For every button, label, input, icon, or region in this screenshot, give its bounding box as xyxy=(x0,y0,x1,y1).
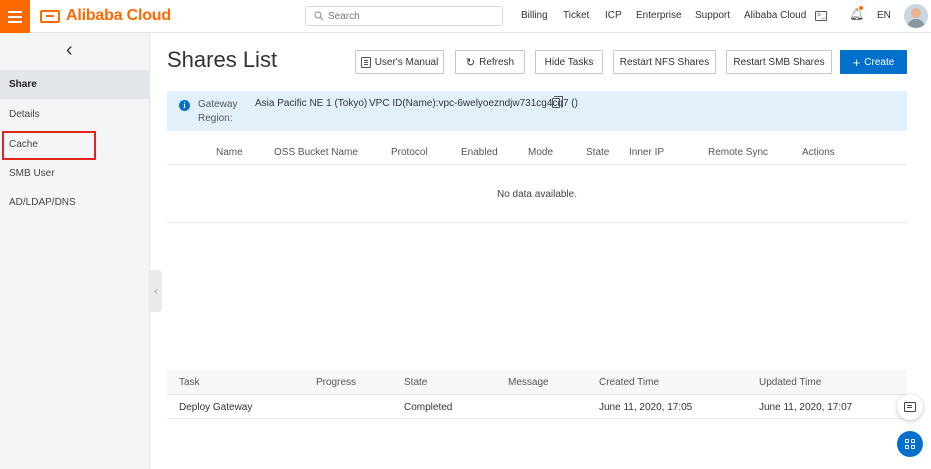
col-remote-sync[interactable]: Remote Sync xyxy=(708,147,768,158)
task-updated-time: June 11, 2020, 17:07 xyxy=(759,402,853,413)
nav-billing[interactable]: Billing xyxy=(521,10,548,21)
col-message: Message xyxy=(508,377,549,388)
users-manual-button[interactable]: User's Manual xyxy=(355,50,444,74)
back-arrow-icon[interactable]: ‹ xyxy=(66,39,73,62)
task-created-time: June 11, 2020, 17:05 xyxy=(599,402,693,413)
restart-nfs-shares-button[interactable]: Restart NFS Shares xyxy=(613,50,716,74)
col-enabled[interactable]: Enabled xyxy=(461,147,498,158)
logo-mark-icon xyxy=(40,9,60,23)
restart-smb-shares-button[interactable]: Restart SMB Shares xyxy=(726,50,832,74)
sidebar: ‹ Share Details Cache SMB User AD/LDAP/D… xyxy=(0,33,150,469)
sidebar-item-cache[interactable]: Cache xyxy=(0,130,150,160)
nav-support[interactable]: Support xyxy=(695,10,730,21)
sidebar-item-share[interactable]: Share xyxy=(0,70,150,99)
nav-ticket[interactable]: Ticket xyxy=(563,10,589,21)
users-manual-label: User's Manual xyxy=(374,56,439,68)
col-mode[interactable]: Mode xyxy=(528,147,553,158)
info-icon: i xyxy=(179,100,190,111)
chat-icon xyxy=(904,402,916,412)
col-progress: Progress xyxy=(316,377,357,388)
vpc-id-value: VPC ID(Name):vpc-6welyoezndjw731cg4cq7 (… xyxy=(369,98,578,109)
brand-name: Alibaba Cloud xyxy=(66,7,171,24)
copy-icon[interactable] xyxy=(552,96,563,108)
menu-icon[interactable] xyxy=(0,0,30,33)
shares-table-header: Name OSS Bucket Name Protocol Enabled Mo… xyxy=(167,140,907,165)
sidebar-item-ad-ldap-dns[interactable]: AD/LDAP/DNS xyxy=(0,188,150,217)
col-state[interactable]: State xyxy=(586,147,609,158)
nav-alibaba-cloud[interactable]: Alibaba Cloud xyxy=(744,10,806,21)
avatar[interactable] xyxy=(904,4,928,28)
col-actions[interactable]: Actions xyxy=(802,147,835,158)
search-icon xyxy=(314,11,324,21)
manual-icon xyxy=(360,56,371,68)
sidebar-item-smb-user[interactable]: SMB User xyxy=(0,159,150,188)
col-name[interactable]: Name xyxy=(216,147,243,158)
notification-dot xyxy=(859,6,863,10)
page-title: Shares List xyxy=(167,47,278,72)
plus-icon: + xyxy=(852,54,861,70)
shares-empty-message: No data available. xyxy=(167,166,907,223)
sidebar-collapse-handle[interactable]: ‹ xyxy=(150,270,162,312)
col-task: Task xyxy=(179,377,200,388)
alibaba-cloud-logo[interactable]: Alibaba Cloud xyxy=(40,7,171,25)
terminal-icon[interactable]: >_ xyxy=(815,11,827,21)
sidebar-item-details[interactable]: Details xyxy=(0,100,150,129)
tasks-table-header: Task Progress State Message Created Time… xyxy=(167,370,907,395)
nav-icp[interactable]: ICP xyxy=(605,10,622,21)
col-protocol[interactable]: Protocol xyxy=(391,147,428,158)
refresh-label: Refresh xyxy=(479,56,515,68)
col-task-state: State xyxy=(404,377,428,388)
feedback-chat-button[interactable] xyxy=(897,394,923,420)
search-box[interactable] xyxy=(305,6,503,26)
language-switch[interactable]: EN xyxy=(877,10,891,21)
create-label: Create xyxy=(864,56,895,68)
gateway-region-value: Asia Pacific NE 1 (Tokyo) xyxy=(255,98,368,109)
search-input[interactable] xyxy=(328,10,488,22)
table-row: Deploy Gateway Completed June 11, 2020, … xyxy=(167,395,907,419)
col-updated-time: Updated Time xyxy=(759,377,822,388)
apps-menu-button[interactable] xyxy=(897,431,923,457)
gateway-info-bar: i Gateway Region: Asia Pacific NE 1 (Tok… xyxy=(167,91,907,131)
gateway-region-label: Gateway Region: xyxy=(198,99,238,124)
create-button[interactable]: + Create xyxy=(840,50,907,74)
refresh-button[interactable]: ↻ Refresh xyxy=(455,50,525,74)
apps-grid-icon xyxy=(905,439,915,449)
refresh-icon: ↻ xyxy=(465,56,476,69)
nav-enterprise[interactable]: Enterprise xyxy=(636,10,682,21)
task-state: Completed xyxy=(404,402,453,413)
col-inner-ip[interactable]: Inner IP xyxy=(629,147,664,158)
col-created-time: Created Time xyxy=(599,377,660,388)
col-oss-bucket-name[interactable]: OSS Bucket Name xyxy=(274,147,358,158)
hide-tasks-button[interactable]: Hide Tasks xyxy=(535,50,603,74)
top-bar: Alibaba Cloud Billing Ticket ICP Enterpr… xyxy=(0,0,931,33)
task-name: Deploy Gateway xyxy=(179,402,253,413)
